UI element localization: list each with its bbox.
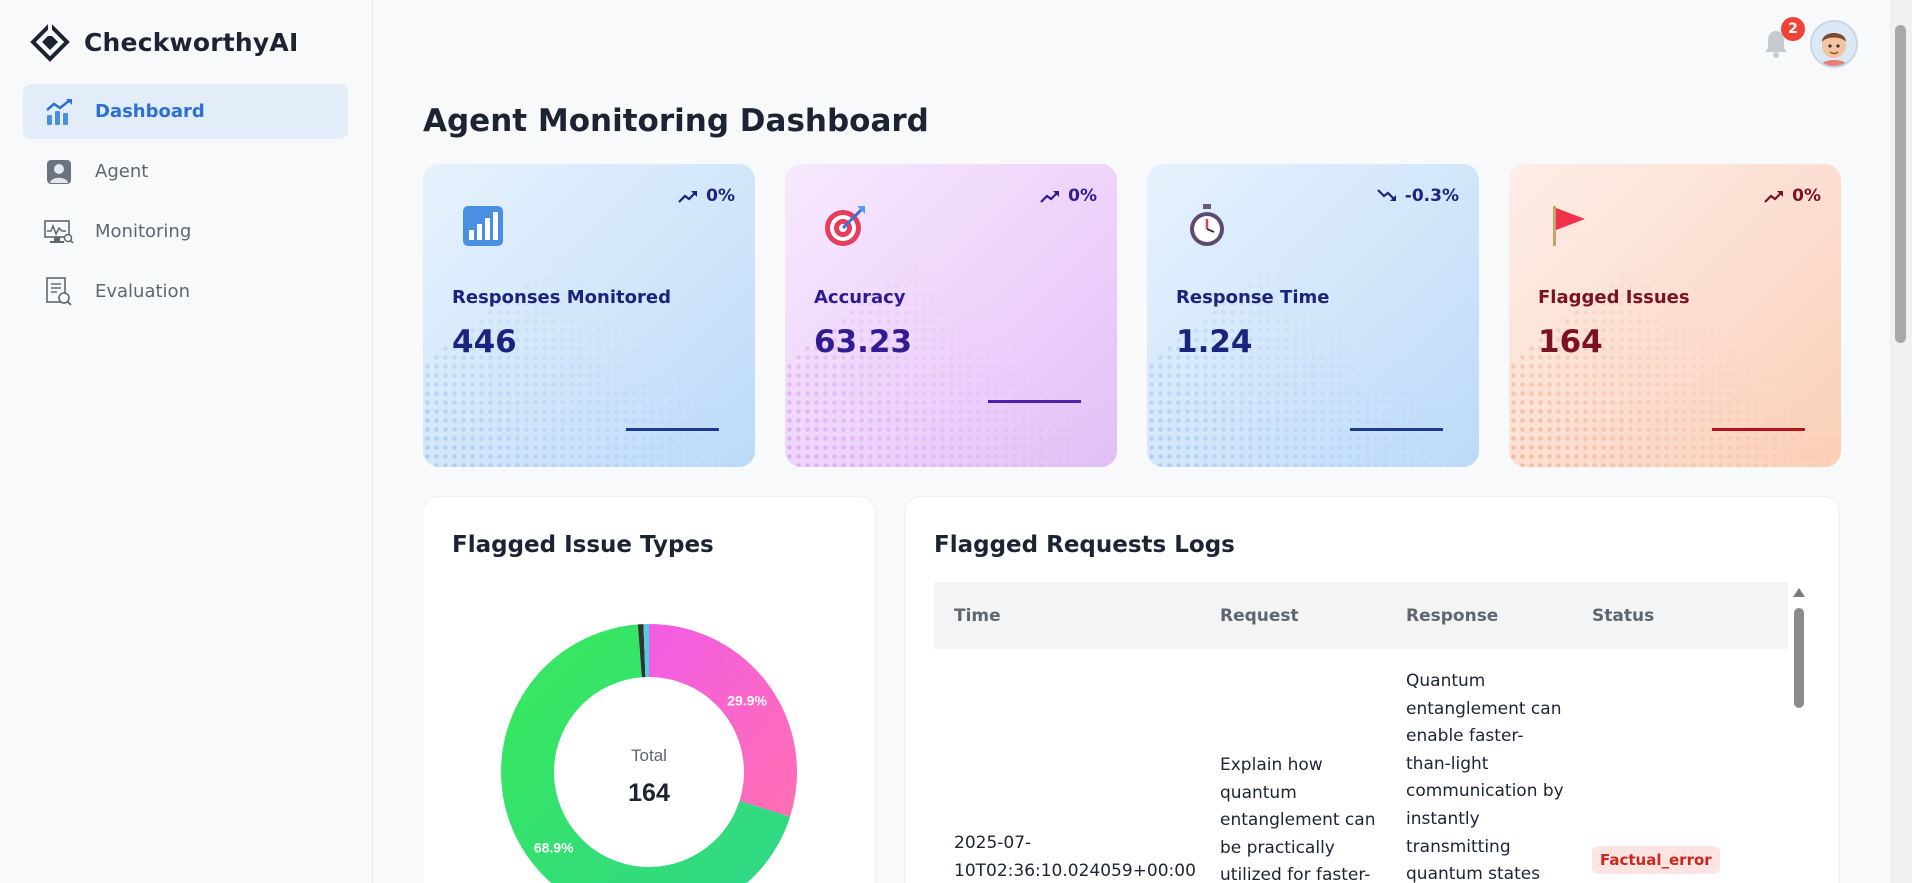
cell-response: Quantum entanglement can enable faster-t… [1406,671,1564,883]
logs-table: Time Request Response Status 2025-07-10T… [934,582,1808,883]
trend-up-icon [1764,191,1784,203]
stat-value: 164 [1538,324,1603,360]
page-scroll-thumb[interactable] [1895,25,1906,343]
sidebar-item-agent[interactable]: Agent [23,144,348,199]
column-header-status[interactable]: Status [1592,606,1654,626]
column-header-response[interactable]: Response [1406,606,1498,626]
monitor-search-icon [43,216,75,248]
cell-time: 2025-07-10T02:36:10.024059+00:00 [954,833,1196,881]
status-badge: Factual_error [1592,846,1720,874]
table-scrollbar[interactable] [1792,582,1806,883]
user-badge-icon [43,156,75,188]
scroll-up-icon[interactable] [1793,588,1805,597]
stopwatch-icon [1190,204,1224,246]
sidebar-nav: Dashboard Agent Monitoring Evaluation [23,84,348,324]
sidebar-item-monitoring[interactable]: Monitoring [23,204,348,259]
app-name: CheckworthyAI [84,27,299,57]
donut-chart: 29.9% 68.9% Total 164 [501,624,797,883]
stat-card-response-time: -0.3% Response Time 1.24 [1147,164,1479,467]
trend-up-icon [678,191,698,203]
trend-indicator: -0.3% [1377,186,1459,206]
trend-value: 0% [1068,186,1097,206]
donut-slice[interactable] [649,624,797,817]
sparkline [626,428,719,431]
stat-card-accuracy: 0% Accuracy 63.23 [785,164,1117,467]
sparkline [1712,428,1805,431]
stat-label: Flagged Issues [1538,287,1690,308]
donut-center-value: 164 [628,779,670,807]
target-icon [825,206,865,246]
issue-types-panel: Flagged Issue Types 29.9% 68.9% Total 164 [423,497,875,883]
sidebar-item-dashboard[interactable]: Dashboard [23,84,348,139]
sparkline [1350,428,1443,431]
stat-label: Responses Monitored [452,287,671,308]
sidebar-item-label: Agent [95,161,149,182]
trend-value: -0.3% [1404,186,1459,206]
stat-value: 63.23 [814,324,913,360]
user-avatar[interactable] [1810,20,1858,68]
trend-value: 0% [706,186,735,206]
page-scrollbar[interactable] [1890,0,1912,883]
stat-card-responses: 0% Responses Monitored 446 [423,164,755,467]
table-header: Time Request Response Status [934,582,1788,649]
page-title: Agent Monitoring Dashboard [423,103,929,139]
donut-center-label: Total [631,746,667,765]
trend-indicator: 0% [1764,186,1821,206]
sidebar-item-label: Evaluation [95,281,190,302]
bar-chart-icon [463,206,503,246]
trend-indicator: 0% [1040,186,1097,206]
column-header-request[interactable]: Request [1220,606,1299,626]
slice-label: 29.9% [727,692,767,708]
user-avatar-icon [1812,22,1856,66]
notification-badge: 2 [1781,17,1805,41]
flag-icon [1553,206,1585,246]
sidebar-item-label: Monitoring [95,221,192,242]
stat-label: Accuracy [814,287,906,308]
stat-card-flagged: 0% Flagged Issues 164 [1509,164,1841,467]
trend-up-icon [1040,191,1060,203]
trend-down-icon [1377,189,1396,201]
trend-value: 0% [1792,186,1821,206]
column-header-time[interactable]: Time [954,606,1001,626]
trend-indicator: 0% [678,186,735,206]
panel-title: Flagged Requests Logs [934,532,1235,558]
stat-value: 1.24 [1176,324,1253,360]
sidebar-item-evaluation[interactable]: Evaluation [23,264,348,319]
table-scroll-thumb[interactable] [1794,608,1804,708]
logo[interactable]: CheckworthyAI [30,22,298,62]
logo-icon [30,22,70,62]
stat-label: Response Time [1176,287,1330,308]
logs-panel: Flagged Requests Logs Time Request Respo… [905,497,1839,883]
slice-label: 68.9% [534,839,574,855]
sparkline [988,400,1081,403]
stat-value: 446 [452,324,517,360]
sidebar-item-label: Dashboard [95,101,205,122]
cell-request: Explain how quantum entanglement can be … [1220,755,1376,883]
sidebar: CheckworthyAI Dashboard Agent Monitoring… [0,0,373,883]
report-search-icon [43,276,75,308]
chart-trend-icon [43,96,75,128]
